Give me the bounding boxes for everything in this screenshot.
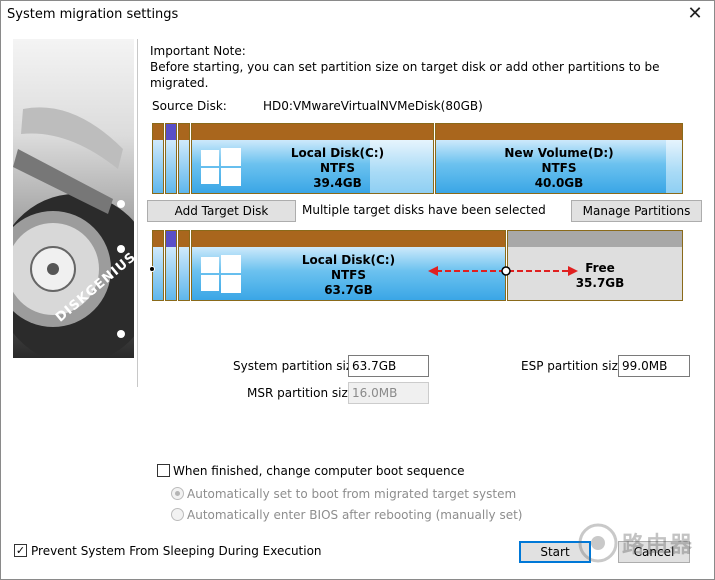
window-title: System migration settings: [7, 7, 179, 22]
source-d-size: 40.0GB: [534, 176, 584, 190]
source-partition-small-2[interactable]: [165, 123, 177, 194]
resize-arrow-icon[interactable]: [428, 265, 578, 277]
system-size-input[interactable]: 63.7GB: [348, 355, 429, 377]
router-logo-icon: [578, 523, 618, 563]
watermark-text: 路由器: [622, 533, 695, 558]
msr-size-label: MSR partition size:: [247, 386, 360, 400]
title-bar: System migration settings ✕: [1, 1, 714, 29]
migration-dialog: System migration settings ✕ DISKGENIUS I…: [0, 0, 715, 580]
important-note: Important Note: Before starting, you can…: [150, 43, 714, 91]
source-c-name: Local Disk(C:): [290, 146, 385, 160]
system-size-label: System partition size:: [233, 359, 364, 373]
auto-boot-label: Automatically set to boot from migrated …: [187, 487, 517, 501]
source-c-size: 39.4GB: [313, 176, 362, 190]
target-partition-small-3[interactable]: [178, 230, 190, 301]
manage-partitions-button[interactable]: Manage Partitions: [571, 200, 702, 222]
source-disk-map: Local Disk(C:) NTFS 39.4GB New Volume(D:…: [152, 123, 683, 194]
source-partition-d[interactable]: New Volume(D:) NTFS 40.0GB: [435, 123, 683, 194]
source-c-fs: NTFS: [319, 161, 356, 175]
target-partition-small-1[interactable]: [152, 230, 164, 301]
auto-boot-radio: [171, 487, 184, 500]
source-d-name: New Volume(D:): [504, 146, 614, 160]
target-status-text: Multiple target disks have been selected: [302, 203, 546, 217]
target-disk-map: Local Disk(C:) NTFS 63.7GB Free 35.7GB: [149, 230, 683, 301]
windows-logo-icon: [201, 148, 241, 186]
bios-boot-radio: [171, 508, 184, 521]
prevent-sleep-label[interactable]: Prevent System From Sleeping During Exec…: [31, 544, 322, 558]
source-disk-label: Source Disk:: [152, 99, 227, 113]
source-disk-value: HD0:VMwareVirtualNVMeDisk(80GB): [263, 99, 483, 113]
prevent-sleep-checkbox[interactable]: ✓: [14, 544, 27, 557]
change-boot-checkbox[interactable]: [157, 464, 170, 477]
source-partition-small-3[interactable]: [178, 123, 190, 194]
target-c-size: 63.7GB: [324, 283, 373, 297]
diskgenius-banner-image: DISKGENIUS: [13, 39, 134, 358]
note-heading: Important Note:: [150, 44, 246, 58]
note-text: Before starting, you can set partition s…: [150, 60, 660, 90]
add-target-disk-button[interactable]: Add Target Disk: [147, 200, 296, 222]
bios-boot-label: Automatically enter BIOS after rebooting…: [187, 508, 523, 522]
left-resize-handle[interactable]: [149, 266, 155, 272]
esp-size-label: ESP partition size:: [521, 359, 630, 373]
source-d-fs: NTFS: [541, 161, 577, 175]
divider-line: [137, 39, 138, 387]
source-partition-c[interactable]: Local Disk(C:) NTFS 39.4GB: [191, 123, 434, 194]
source-partition-small-1[interactable]: [152, 123, 164, 194]
watermark-logo: 路由器: [578, 517, 708, 569]
target-partition-small-2[interactable]: [165, 230, 177, 301]
msr-size-input: 16.0MB: [348, 382, 429, 404]
target-free-size: 35.7GB: [575, 276, 625, 290]
esp-size-input[interactable]: 99.0MB: [618, 355, 690, 377]
close-icon[interactable]: ✕: [682, 3, 708, 27]
change-boot-label[interactable]: When finished, change computer boot sequ…: [173, 464, 465, 478]
